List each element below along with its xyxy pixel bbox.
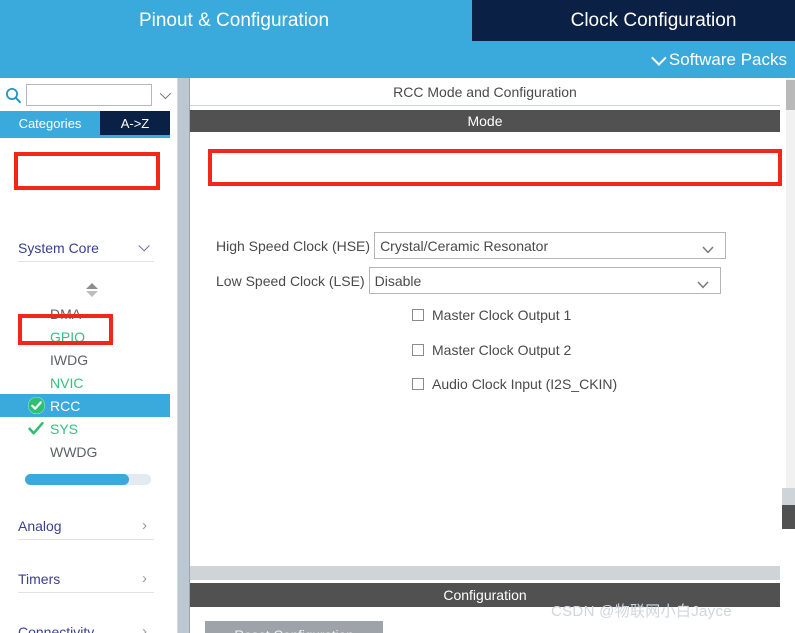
reset-configuration-button[interactable]: Reset Configuration [205, 621, 383, 633]
reset-configuration-button-label: Reset Configuration [234, 628, 353, 633]
hse-clock-label: High Speed Clock (HSE) [216, 237, 371, 254]
lse-clock-row: Low Speed Clock (LSE) Disable [216, 267, 721, 294]
sidebar-item-rcc-label: RCC [50, 397, 81, 414]
right-bottom-strip [782, 529, 795, 633]
checkbox-icon[interactable] [412, 378, 424, 390]
tab-a-to-z-label: A->Z [120, 115, 150, 131]
master-clock-output-1-label: Master Clock Output 1 [432, 307, 572, 323]
annotation-box-rcc [18, 314, 113, 345]
checkbox-icon[interactable] [412, 344, 424, 356]
sidebar-item-wwdg-label: WWDG [50, 443, 98, 460]
search-dropdown-button[interactable] [152, 84, 176, 106]
check-icon [28, 421, 44, 435]
chevron-right-icon: › [142, 570, 147, 587]
tab-pinout-configuration-label: Pinout & Configuration [138, 9, 330, 31]
stm32cubemx-window: Pinout & Configuration Clock Configurati… [0, 0, 795, 633]
check-circle-icon [28, 397, 45, 414]
lse-clock-value: Disable [374, 272, 422, 289]
tab-a-to-z[interactable]: A->Z [100, 111, 170, 135]
search-row [0, 82, 178, 108]
master-clock-output-1-row[interactable]: Master Clock Output 1 [412, 304, 571, 326]
software-packs-menu[interactable]: Software Packs [651, 41, 787, 78]
sidebar-group-timers[interactable]: Timers › [18, 565, 154, 593]
tab-clock-configuration-label: Clock Configuration [570, 9, 737, 31]
search-input[interactable] [26, 84, 152, 106]
chevron-down-icon [651, 50, 667, 66]
right-config-header-strip [782, 505, 795, 529]
master-clock-output-2-row[interactable]: Master Clock Output 2 [412, 339, 571, 361]
sidebar-item-wwdg[interactable]: WWDG [0, 440, 170, 463]
search-icon [6, 88, 22, 104]
right-divider-strip [782, 488, 795, 505]
tab-clock-configuration[interactable]: Clock Configuration [472, 0, 795, 41]
sidebar-group-connectivity-label: Connectivity [18, 623, 95, 633]
sidebar-item-nvic-label: NVIC [50, 374, 84, 391]
sidebar-horizontal-scrollbar[interactable] [25, 474, 151, 485]
panel-splitter[interactable] [178, 78, 189, 633]
sidebar-item-sys-label: SYS [50, 420, 79, 437]
master-clock-output-2-label: Master Clock Output 2 [432, 342, 572, 358]
chevron-down-icon [702, 241, 714, 259]
configuration-section-header-label: Configuration [443, 587, 527, 603]
hse-clock-value: Crystal/Ceramic Resonator [380, 237, 549, 254]
up-down-spinner-icon[interactable] [82, 281, 102, 299]
sidebar-item-rcc[interactable]: RCC [0, 394, 170, 417]
audio-clock-input-row[interactable]: Audio Clock Input (I2S_CKIN) [412, 373, 617, 395]
chevron-right-icon: › [142, 517, 147, 534]
main-scrollbar-thumb[interactable] [786, 80, 795, 110]
sidebar-group-timers-label: Timers [18, 570, 61, 587]
audio-clock-input-label: Audio Clock Input (I2S_CKIN) [432, 376, 618, 392]
lse-clock-select[interactable]: Disable [368, 267, 721, 294]
chevron-down-icon [697, 276, 709, 294]
main-vertical-scrollbar[interactable] [786, 78, 795, 488]
section-divider [190, 566, 780, 580]
sidebar-tabs-underline [0, 135, 170, 138]
annotation-box-system-core [14, 152, 160, 190]
sidebar-item-iwdg[interactable]: IWDG [0, 348, 170, 371]
sidebar-item-iwdg-label: IWDG [50, 351, 89, 368]
sidebar-tabs: Categories A->Z [0, 111, 178, 135]
sidebar-group-system-core-label: System Core [18, 239, 99, 256]
lse-clock-label: Low Speed Clock (LSE) [216, 272, 365, 289]
checkbox-icon[interactable] [412, 309, 424, 321]
page-title: RCC Mode and Configuration [190, 78, 780, 106]
top-tab-bar: Pinout & Configuration Clock Configurati… [0, 0, 795, 41]
tab-pinout-configuration[interactable]: Pinout & Configuration [0, 0, 468, 41]
hse-clock-select[interactable]: Crystal/Ceramic Resonator [374, 232, 727, 259]
tab-categories[interactable]: Categories [0, 111, 100, 135]
software-packs-label: Software Packs [668, 49, 787, 69]
annotation-box-hse-clock [208, 149, 782, 186]
page-title-label: RCC Mode and Configuration [393, 83, 577, 100]
hse-clock-row: High Speed Clock (HSE) Crystal/Ceramic R… [216, 232, 727, 259]
sidebar-group-connectivity[interactable]: Connectivity › [18, 618, 154, 633]
sidebar-group-analog[interactable]: Analog › [18, 512, 154, 540]
sidebar-item-sys[interactable]: SYS [0, 417, 170, 440]
sidebar-scrollbar-thumb[interactable] [25, 474, 129, 485]
chevron-down-icon [159, 87, 172, 100]
spinner-down-arrow [86, 291, 98, 297]
sidebar-item-nvic[interactable]: NVIC [0, 371, 170, 394]
spinner-up-arrow [86, 283, 98, 289]
tab-categories-label: Categories [18, 115, 82, 131]
sidebar-group-analog-label: Analog [18, 517, 62, 534]
mode-section-header: Mode [190, 110, 780, 132]
watermark: CSDN @物联网小白Jayce [551, 603, 732, 620]
mode-section-header-label: Mode [467, 113, 503, 129]
sidebar-group-system-core[interactable]: System Core [18, 234, 154, 262]
chevron-right-icon: › [142, 623, 147, 633]
chevron-down-icon [138, 239, 150, 252]
